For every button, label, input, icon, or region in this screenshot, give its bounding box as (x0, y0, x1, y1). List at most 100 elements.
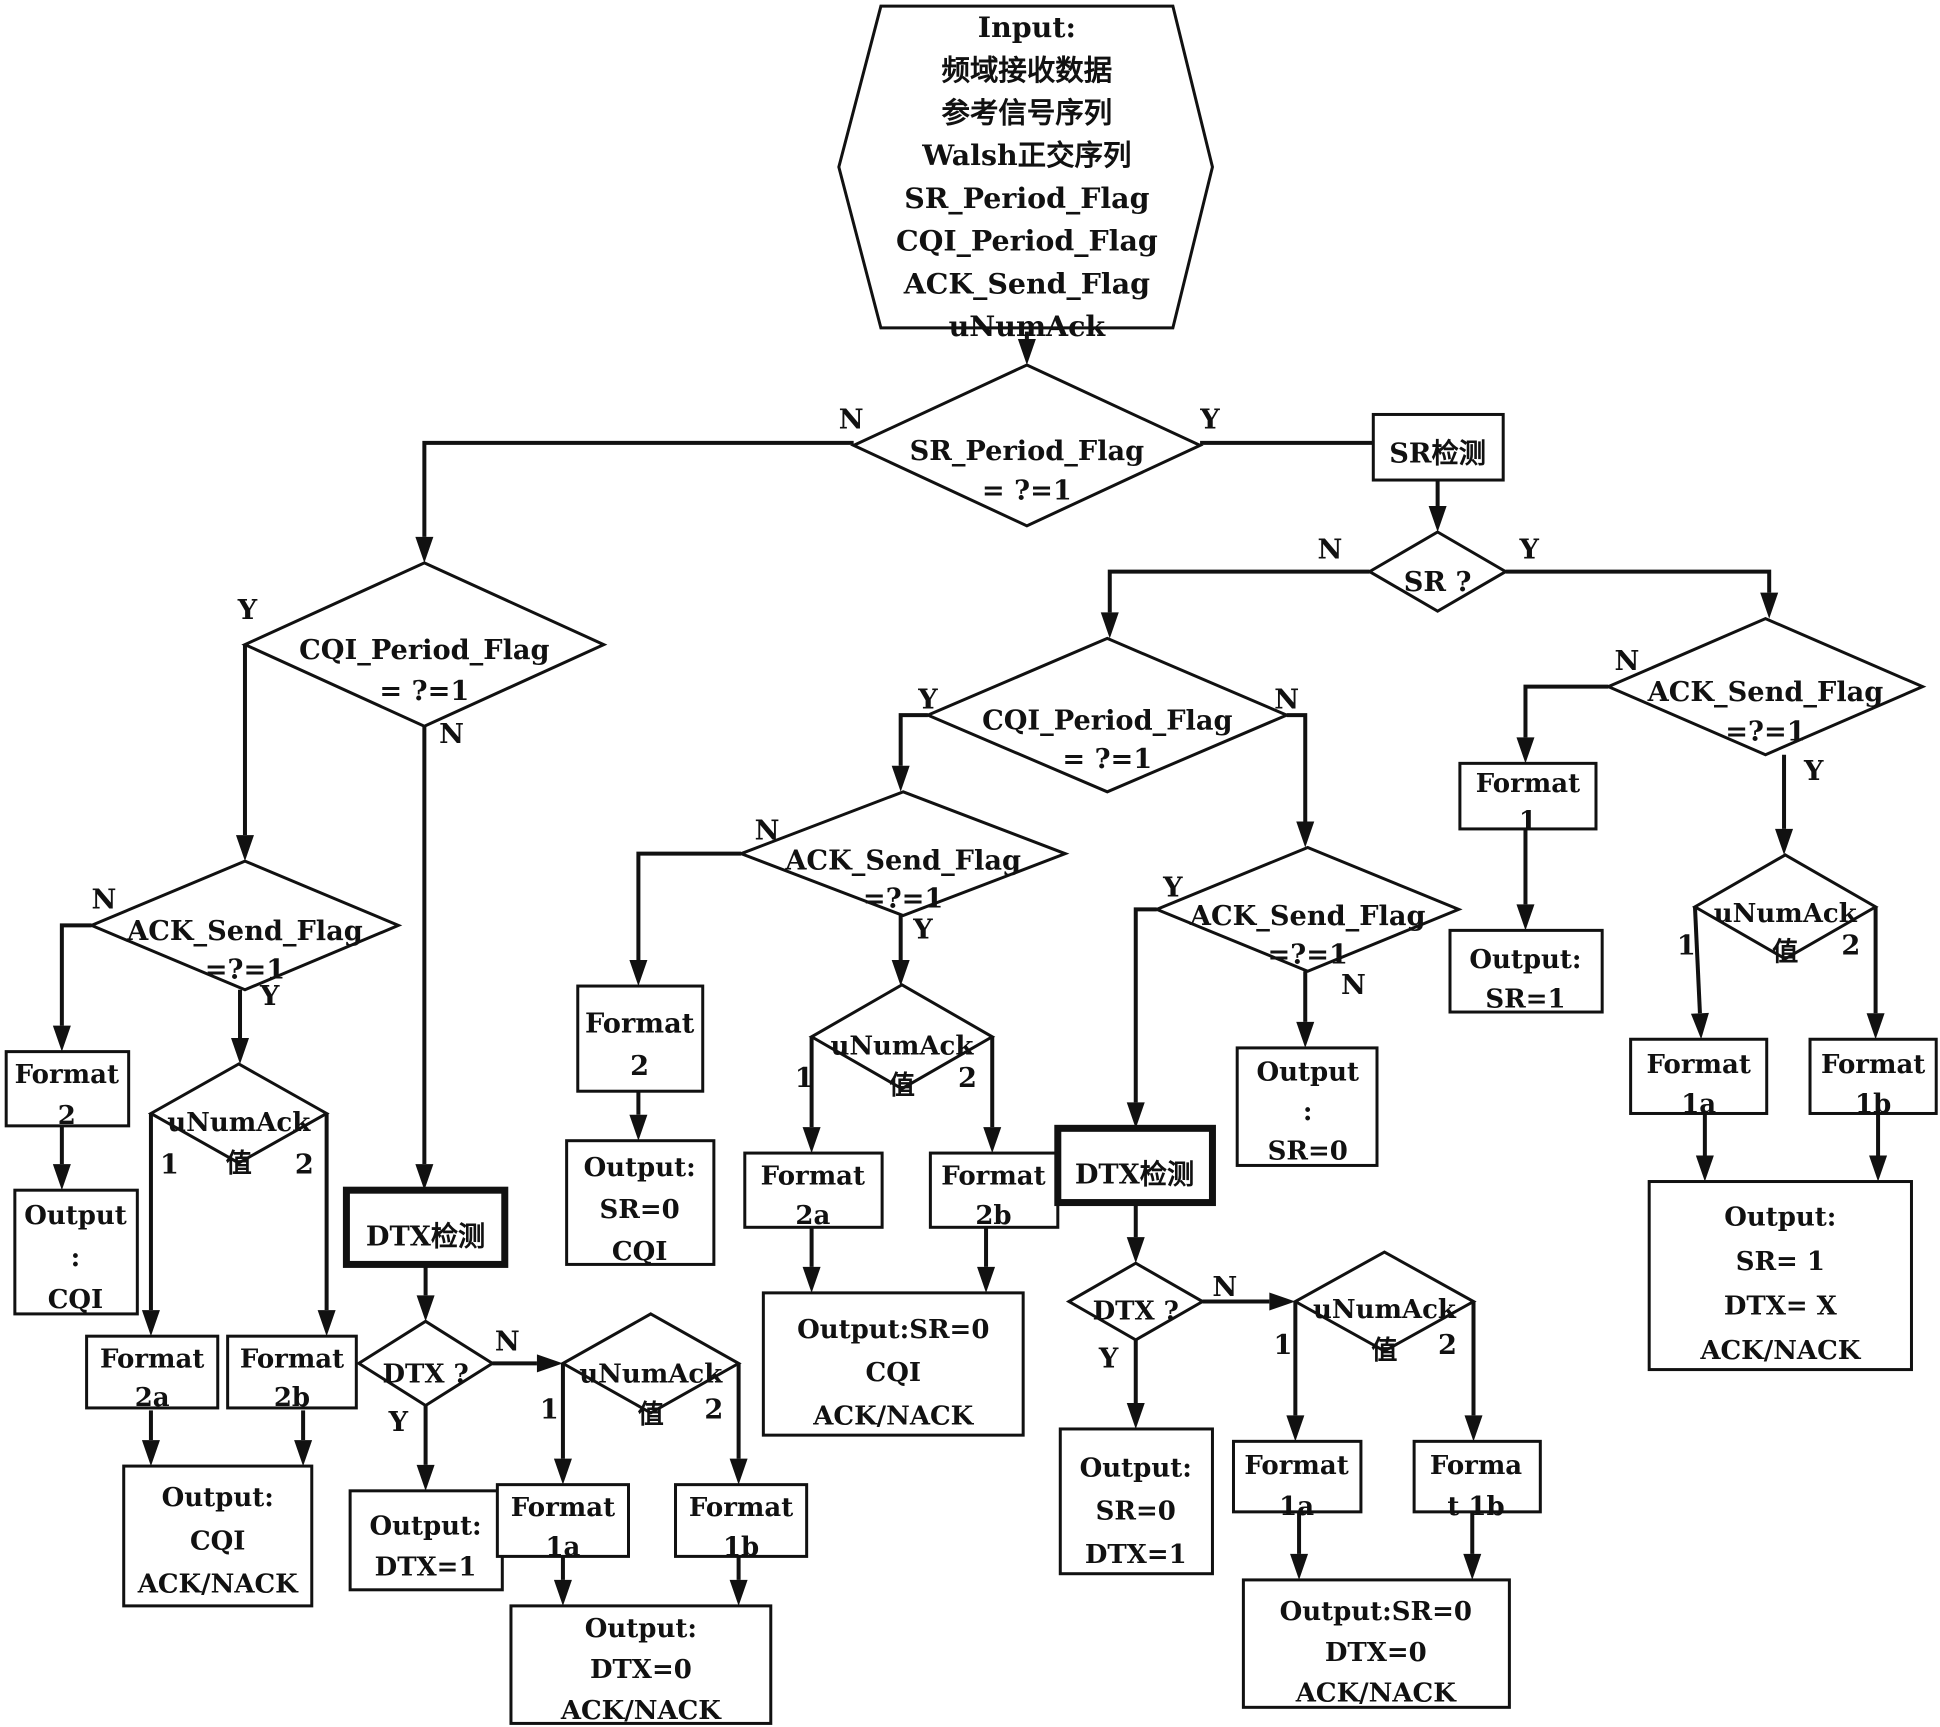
node-text-line: 值 (638, 1400, 664, 1430)
connector-arrow (802, 1227, 821, 1293)
node-text-line: Format (941, 1161, 1045, 1191)
connector-arrow (415, 726, 434, 1191)
edge-label: Y (259, 980, 280, 1012)
node-format1b-mid: Forma t 1b (1412, 1439, 1542, 1522)
connector-line (898, 713, 928, 766)
edge-label: 1 (1677, 929, 1696, 961)
node-output-sr0-dtx1-mid: Output: SR=0 DTX=1 (1058, 1427, 1214, 1576)
node-text-line: ACK/NACK (1699, 1336, 1861, 1366)
edge-label: N (1341, 969, 1366, 1001)
node-text-line: CQI_Period_Flag (982, 705, 1232, 737)
connector-arrow (1690, 906, 1709, 1040)
node-text-line: Output (24, 1201, 127, 1231)
connector-arrow (52, 1125, 71, 1191)
node-text-line: SR=1 (1485, 985, 1565, 1015)
node-text-line: 1a (545, 1533, 580, 1563)
connector-line (59, 923, 92, 1026)
node-text-line: uNumAck (167, 1108, 311, 1138)
node-text-line: CQI (48, 1285, 103, 1315)
arrowhead-icon (977, 1266, 996, 1293)
connector-arrow (977, 1227, 996, 1293)
node-text-line: Format (511, 1493, 615, 1523)
arrowhead-icon (1269, 1292, 1296, 1311)
edge-label: N (1274, 683, 1299, 715)
edge-label: Y (1098, 1343, 1119, 1375)
node-text-line: Walsh正交序列 (921, 138, 1131, 172)
edge-label: N (755, 814, 780, 846)
node-text-line: Format (1476, 769, 1580, 799)
node-output-sr0-cqi-acknack-mid: Output:SR=0 CQI ACK/NACK (761, 1291, 1025, 1437)
node-format1b-right: Format 1b (1808, 1037, 1938, 1120)
node-text-line: DTX ? (382, 1359, 468, 1389)
edge-label: 1 (795, 1062, 814, 1094)
node-text-line: SR=0 (1268, 1137, 1348, 1167)
connector-arrow (891, 915, 910, 987)
node-output-sr1-right: Output: SR=1 (1448, 928, 1604, 1015)
node-text-line: SR= 1 (1736, 1247, 1825, 1277)
edge-label: N (839, 404, 864, 436)
node-output-cqi-acknack-left: Output: CQI ACK/NACK (122, 1464, 314, 1608)
connector-arrow (141, 1410, 160, 1467)
arrowhead-icon (1428, 505, 1447, 532)
arrowhead-icon (52, 1164, 71, 1191)
node-text-line: Format (761, 1161, 865, 1191)
node-layer: Input: 频域接收数据参考信号序列 Walsh正交序列 SR_Period_Fla… (4, 4, 1938, 1726)
node-text-line: =?=1 (863, 883, 943, 915)
node-text-line: Output: (162, 1483, 274, 1513)
arrowhead-icon (1690, 1012, 1709, 1040)
node-text-line: uNumAck (1313, 1295, 1457, 1325)
node-text-line: 值 (889, 1071, 915, 1101)
edge-label: Y (912, 913, 933, 945)
node-text-line: DTX检测 (1075, 1159, 1194, 1191)
node-format1a-right: Format 1a (1629, 1037, 1769, 1120)
node-text-line: CQI_Period_Flag (299, 634, 549, 666)
arrowhead-icon (729, 1579, 748, 1606)
connector-arrow (629, 851, 742, 987)
arrowhead-icon (416, 1295, 435, 1322)
node-output-sr0-dtx0-mid: Output:SR=0 DTX=0 ACK/NACK (1241, 1578, 1511, 1709)
edge-label: Y (1518, 534, 1539, 566)
connector-arrow (1505, 569, 1779, 619)
node-dtx-detect-left: DTX检测 (342, 1186, 509, 1268)
node-text-line: Format (15, 1060, 119, 1090)
edge-label: 2 (958, 1062, 977, 1094)
connector-arrow (1464, 1301, 1483, 1442)
node-format2a-mid: Format 2a (743, 1151, 884, 1231)
edge-label: 1 (1274, 1329, 1293, 1361)
node-input: Input: 频域接收数据参考信号序列 Walsh正交序列 SR_Period_Fla… (837, 4, 1215, 343)
arrowhead-icon (802, 1127, 821, 1154)
edge-label: 1 (540, 1393, 559, 1425)
connector-line (422, 440, 854, 537)
arrowhead-icon (1695, 1155, 1714, 1182)
edge-label: Y (1199, 404, 1220, 436)
node-text-line: : (71, 1243, 81, 1273)
edge-label: Y (917, 683, 938, 715)
connector-arrow (1290, 1511, 1309, 1580)
arrowhead-icon (1126, 1237, 1145, 1264)
node-text-line: = ?=1 (379, 675, 469, 707)
arrowhead-icon (141, 1440, 160, 1467)
connector-arrow (1100, 569, 1370, 639)
edge-label: Y (1162, 871, 1183, 903)
connector-arrow (235, 644, 254, 862)
arrowhead-icon (1100, 612, 1119, 639)
arrowhead-icon (1126, 1402, 1145, 1429)
node-text-line: : (1303, 1097, 1313, 1127)
node-dtx-decision-left: DTX ? (355, 1319, 496, 1408)
arrowhead-icon (1286, 1415, 1305, 1442)
node-text-line: ACK_Send_Flag (1647, 676, 1884, 708)
edge-label: Y (388, 1406, 409, 1438)
node-text-line: = ?=1 (1062, 743, 1152, 775)
arrowhead-icon (1464, 1415, 1483, 1442)
connector-arrow (1516, 828, 1535, 931)
connector-arrow (415, 440, 854, 563)
node-text-line: CQI_Period_Flag (896, 224, 1158, 258)
arrowhead-icon (235, 835, 254, 862)
node-text-line: Input: (978, 10, 1076, 44)
node-text-line: 2 (58, 1101, 76, 1131)
node-text-line: Output:SR=0 (1280, 1597, 1472, 1627)
flowchart-canvas: Input: 频域接收数据参考信号序列 Walsh正交序列 SR_Period_Fla… (4, 4, 1938, 1726)
node-text-line: 值 (1772, 938, 1798, 968)
connector-arrow (553, 1556, 572, 1606)
connector-arrow (231, 989, 250, 1064)
